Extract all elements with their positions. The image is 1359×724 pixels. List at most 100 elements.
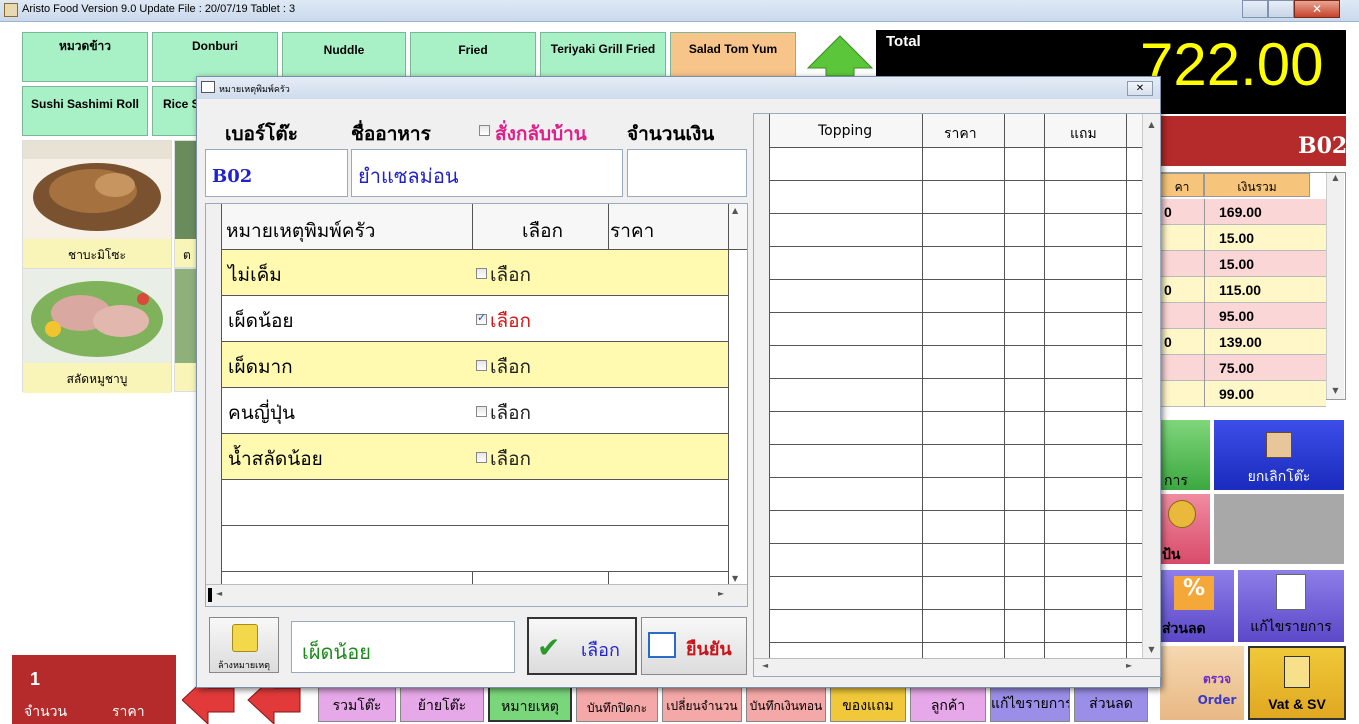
category-rice-s[interactable]: Rice S bbox=[152, 86, 198, 136]
scroll-left-icon[interactable]: ◄ bbox=[216, 589, 222, 598]
topping-row[interactable] bbox=[770, 379, 1142, 412]
note-row[interactable]: เผ็ดมาก เลือก bbox=[222, 342, 728, 388]
maximize-button[interactable] bbox=[1268, 0, 1294, 18]
minimize-button[interactable] bbox=[1242, 0, 1268, 18]
food-name-field[interactable]: ยำแซลม่อน bbox=[351, 149, 623, 197]
category-rice[interactable]: หมวดข้าว bbox=[22, 32, 148, 82]
free-gift-button[interactable]: ของแถม bbox=[830, 686, 906, 722]
scroll-up-arrow-icon[interactable] bbox=[806, 34, 874, 76]
order-row[interactable]: 95.00 bbox=[1160, 303, 1326, 329]
topping-row[interactable] bbox=[770, 313, 1142, 346]
order-row[interactable]: 15.00 bbox=[1160, 251, 1326, 277]
order-row[interactable]: 0 139.00 bbox=[1160, 329, 1326, 355]
order-row[interactable]: 0 169.00 bbox=[1160, 199, 1326, 225]
topping-row[interactable] bbox=[770, 511, 1142, 544]
category-nuddle[interactable]: Nuddle bbox=[282, 32, 406, 82]
save-change-button[interactable]: บันทึกเงินทอน bbox=[746, 686, 826, 722]
empty-row[interactable] bbox=[222, 526, 728, 572]
cancel-table-button[interactable]: ยกเลิกโต๊ะ bbox=[1214, 420, 1344, 490]
topping-row[interactable] bbox=[770, 610, 1142, 643]
customer-button[interactable]: ลูกค้า bbox=[910, 686, 986, 722]
menu-tile[interactable]: ชาบะมิโซะ bbox=[22, 140, 172, 269]
note-select-checkbox[interactable]: เลือก bbox=[476, 398, 531, 428]
topping-row[interactable] bbox=[770, 544, 1142, 577]
notes-h-scrollbar[interactable]: ◄ ► bbox=[206, 584, 747, 606]
category-fried[interactable]: Fried bbox=[410, 32, 536, 82]
notes-header-price: ราคา bbox=[610, 220, 655, 242]
table-number-field[interactable]: B02 bbox=[205, 149, 348, 197]
close-shift-button[interactable]: บันทึกปิดกะ bbox=[576, 686, 658, 722]
order-row-amount: 99.00 bbox=[1204, 381, 1254, 407]
topping-grid[interactable]: Topping ราคา แถม ▲ ▼ ◄ ► bbox=[753, 113, 1161, 677]
category-teriyaki[interactable]: Teriyaki Grill Fried bbox=[540, 32, 666, 82]
change-qty-button[interactable]: เปลี่ยนจำนวน bbox=[662, 686, 742, 722]
topping-row[interactable] bbox=[770, 280, 1142, 313]
topping-h-scrollbar[interactable]: ◄ ► bbox=[754, 658, 1160, 676]
topping-row[interactable] bbox=[770, 214, 1142, 247]
menu-tile[interactable] bbox=[174, 268, 198, 392]
discount-button[interactable]: % ส่วนลด bbox=[1160, 570, 1234, 642]
clear-note-button[interactable]: ล้างหมายเหตุ bbox=[209, 617, 279, 673]
vat-sv-button[interactable]: Vat & SV bbox=[1248, 646, 1346, 720]
scroll-up-icon[interactable]: ▲ bbox=[1327, 173, 1344, 182]
close-button[interactable]: ✕ bbox=[1294, 0, 1340, 18]
right-button-label: ป้น bbox=[1162, 547, 1181, 563]
category-sushi[interactable]: Sushi Sashimi Roll bbox=[22, 86, 148, 136]
takeaway-checkbox[interactable] bbox=[479, 125, 493, 139]
edit-items-button[interactable]: แก้ไขรายการ bbox=[1238, 570, 1344, 642]
checkbox-icon bbox=[479, 125, 490, 136]
move-table-button[interactable]: ย้ายโต๊ะ bbox=[400, 686, 484, 722]
scroll-up-icon[interactable]: ▲ bbox=[732, 206, 738, 215]
category-salad-tom-yum[interactable]: Salad Tom Yum bbox=[670, 32, 796, 82]
scroll-left-icon[interactable]: ◄ bbox=[762, 661, 768, 670]
note-row[interactable]: น้ำสลัดน้อย เลือก bbox=[222, 434, 728, 480]
scroll-thumb[interactable] bbox=[208, 588, 212, 602]
topping-row[interactable] bbox=[770, 445, 1142, 478]
scroll-down-icon[interactable]: ▼ bbox=[732, 574, 738, 583]
scroll-right-icon[interactable]: ► bbox=[718, 589, 724, 598]
note-button[interactable]: หมายเหตุ bbox=[488, 686, 572, 722]
note-row[interactable]: เผ็ดน้อย เลือก bbox=[222, 296, 728, 342]
selected-note-field[interactable]: เผ็ดน้อย bbox=[291, 621, 515, 673]
menu-tile[interactable]: ต bbox=[174, 140, 198, 268]
scroll-right-icon[interactable]: ► bbox=[1126, 661, 1132, 670]
topping-row[interactable] bbox=[770, 148, 1142, 181]
topping-row[interactable] bbox=[770, 247, 1142, 280]
order-row[interactable]: 99.00 bbox=[1160, 381, 1326, 407]
right-button-partial[interactable]: การ bbox=[1160, 420, 1210, 490]
note-select-checkbox[interactable]: เลือก bbox=[476, 352, 531, 382]
topping-row[interactable] bbox=[770, 346, 1142, 379]
amount-field[interactable] bbox=[627, 149, 747, 197]
note-select-checkbox[interactable]: เลือก bbox=[476, 260, 531, 290]
edit-list-button[interactable]: แก้ไขรายการ bbox=[990, 686, 1070, 722]
right-button-partial-2[interactable]: ป้น bbox=[1160, 494, 1210, 564]
confirm-button[interactable]: ยืนยัน bbox=[641, 617, 747, 675]
check-order-button[interactable]: ตรวจ Order bbox=[1160, 646, 1244, 720]
select-button[interactable]: ✔ เลือก bbox=[527, 617, 637, 675]
topping-row[interactable] bbox=[770, 181, 1142, 214]
topping-row[interactable] bbox=[770, 478, 1142, 511]
order-row[interactable]: 15.00 bbox=[1160, 225, 1326, 251]
topping-row[interactable] bbox=[770, 577, 1142, 610]
note-select-checkbox[interactable]: เลือก bbox=[476, 444, 531, 474]
merge-table-button[interactable]: รวมโต๊ะ bbox=[318, 686, 396, 722]
scroll-up-icon[interactable]: ▲ bbox=[1143, 120, 1160, 129]
note-row[interactable]: ไม่เค็ม เลือก bbox=[222, 250, 728, 296]
scroll-down-icon[interactable]: ▼ bbox=[1143, 645, 1160, 654]
empty-button[interactable] bbox=[1214, 494, 1344, 564]
menu-tile[interactable]: สลัดหมูชาบู bbox=[22, 268, 172, 393]
dialog-close-button[interactable]: ✕ bbox=[1127, 81, 1153, 96]
note-row[interactable]: คนญี่ปุ่น เลือก bbox=[222, 388, 728, 434]
discount-bottom-button[interactable]: ส่วนลด bbox=[1074, 686, 1148, 722]
scroll-down-icon[interactable]: ▼ bbox=[1327, 386, 1344, 395]
empty-row[interactable] bbox=[222, 480, 728, 526]
order-row[interactable]: 0 115.00 bbox=[1160, 277, 1326, 303]
order-grid-scrollbar[interactable]: ▲ ▼ bbox=[1326, 173, 1344, 399]
topping-v-scrollbar[interactable]: ▲ ▼ bbox=[1142, 114, 1160, 658]
order-row[interactable]: 75.00 bbox=[1160, 355, 1326, 381]
note-select-checkbox[interactable]: เลือก bbox=[476, 306, 531, 336]
topping-row[interactable] bbox=[770, 412, 1142, 445]
check-icon: ✔ bbox=[537, 631, 561, 664]
category-donburi[interactable]: Donburi bbox=[152, 32, 278, 82]
notes-grid[interactable]: หมายเหตุพิมพ์ครัว เลือก ราคา ไม่เค็ม เลือ… bbox=[205, 203, 748, 607]
